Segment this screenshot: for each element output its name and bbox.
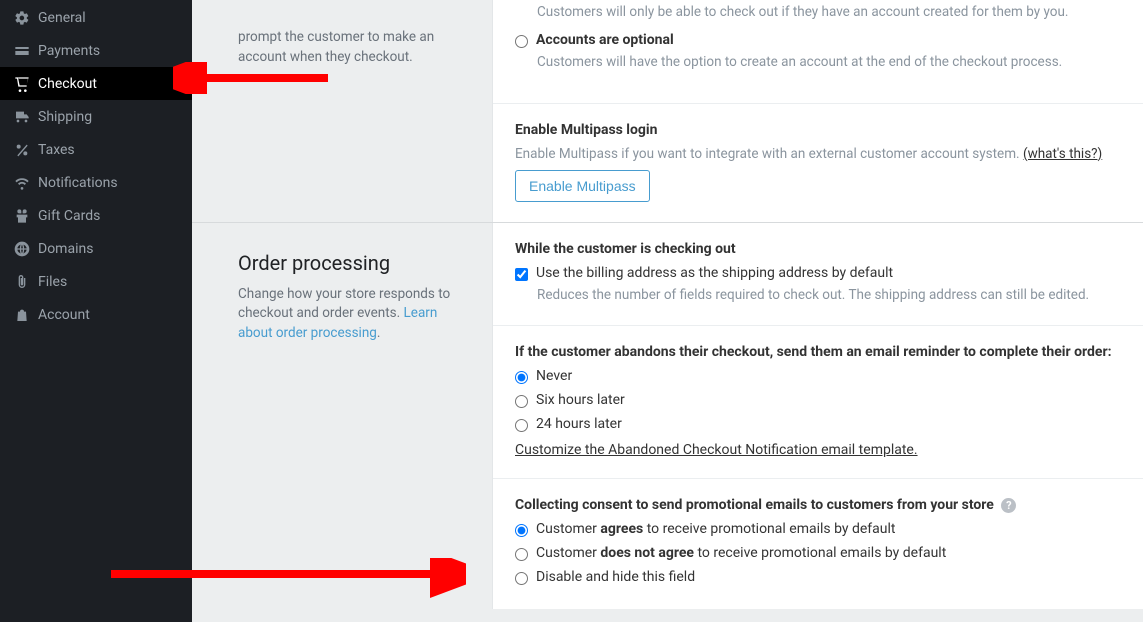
payments-icon (14, 43, 38, 59)
accounts-optional-desc: Customers will have the option to create… (537, 52, 1121, 72)
radio-accounts-optional[interactable] (515, 35, 528, 48)
gift-icon (14, 208, 38, 224)
sidebar-item-general[interactable]: General (0, 1, 192, 34)
sidebar-item-domains[interactable]: Domains (0, 232, 192, 265)
sidebar-label: Taxes (38, 142, 75, 158)
sidebar-label: Files (38, 274, 67, 290)
settings-sidebar: General Payments Checkout Shipping Taxes… (0, 0, 192, 622)
clip-icon (14, 274, 38, 290)
sidebar-label: Domains (38, 241, 93, 257)
option-label: Disable and hide this field (536, 569, 695, 585)
enable-multipass-button[interactable]: Enable Multipass (515, 170, 650, 202)
abandon-option-never[interactable]: Never (515, 368, 1121, 384)
section-desc: Change how your store responds to checko… (238, 285, 464, 344)
sidebar-item-files[interactable]: Files (0, 265, 192, 298)
sidebar-label: Account (38, 307, 90, 323)
multipass-title: Enable Multipass login (515, 122, 1121, 138)
sidebar-label: Notifications (38, 175, 118, 191)
radio-abandon-never[interactable] (515, 371, 528, 384)
main-content: prompt the customer to make an account w… (192, 0, 1143, 622)
cart-icon (14, 76, 38, 92)
accounts-required-desc: Customers will only be able to check out… (537, 2, 1121, 22)
section-customer-accounts: prompt the customer to make an account w… (192, 0, 1143, 222)
abandon-option-6h[interactable]: Six hours later (515, 392, 1121, 408)
option-label: Never (536, 368, 572, 384)
option-label: Use the billing address as the shipping … (536, 265, 893, 281)
bag-icon (14, 307, 38, 323)
radio-consent-agree[interactable] (515, 524, 528, 537)
billing-shipping-desc: Reduces the number of fields required to… (537, 285, 1121, 305)
consent-option-agree[interactable]: Customer agrees to receive promotional e… (515, 521, 1121, 537)
radio-consent-disable[interactable] (515, 572, 528, 585)
sidebar-item-account[interactable]: Account (0, 298, 192, 331)
section-title: Order processing (238, 251, 464, 275)
wifi-icon (14, 175, 38, 191)
abandon-option-24h[interactable]: 24 hours later (515, 416, 1121, 432)
billing-as-shipping-option[interactable]: Use the billing address as the shipping … (515, 265, 1121, 281)
multipass-desc: Enable Multipass if you want to integrat… (515, 146, 1121, 162)
percent-icon (14, 142, 38, 158)
sidebar-label: General (38, 10, 86, 26)
radio-consent-disagree[interactable] (515, 548, 528, 561)
radio-abandon-24h[interactable] (515, 419, 528, 432)
option-label: 24 hours later (536, 416, 622, 432)
section-order-processing: Order processing Change how your store r… (192, 222, 1143, 609)
sidebar-item-taxes[interactable]: Taxes (0, 133, 192, 166)
consent-block-title: Collecting consent to send promotional e… (515, 497, 1121, 513)
sidebar-label: Shipping (38, 109, 92, 125)
option-label: Accounts are optional (536, 32, 674, 48)
customize-abandon-template-link[interactable]: Customize the Abandoned Checkout Notific… (515, 442, 918, 458)
sidebar-item-shipping[interactable]: Shipping (0, 100, 192, 133)
option-label: Six hours later (536, 392, 625, 408)
consent-option-disable[interactable]: Disable and hide this field (515, 569, 1121, 585)
globe-icon (14, 241, 38, 257)
option-label: Customer does not agree to receive promo… (536, 545, 946, 561)
sidebar-label: Payments (38, 43, 100, 59)
sidebar-label: Checkout (38, 76, 97, 92)
truck-icon (14, 109, 38, 125)
accounts-optional-option[interactable]: Accounts are optional (515, 32, 1121, 48)
consent-option-disagree[interactable]: Customer does not agree to receive promo… (515, 545, 1121, 561)
help-icon[interactable]: ? (1001, 498, 1016, 513)
sidebar-label: Gift Cards (38, 208, 100, 224)
sidebar-item-payments[interactable]: Payments (0, 34, 192, 67)
abandon-block-title: If the customer abandons their checkout,… (515, 344, 1121, 360)
radio-abandon-6h[interactable] (515, 395, 528, 408)
option-label: Customer agrees to receive promotional e… (536, 521, 896, 537)
sidebar-item-notifications[interactable]: Notifications (0, 166, 192, 199)
checkbox-billing-shipping[interactable] (515, 268, 528, 281)
section-desc-fragment: prompt the customer to make an account w… (238, 28, 464, 67)
checkout-block-title: While the customer is checking out (515, 241, 1121, 257)
whats-this-link[interactable]: (what's this?) (1023, 146, 1102, 162)
sidebar-item-gift-cards[interactable]: Gift Cards (0, 199, 192, 232)
sidebar-item-checkout[interactable]: Checkout (0, 67, 192, 100)
gear-icon (14, 10, 38, 26)
